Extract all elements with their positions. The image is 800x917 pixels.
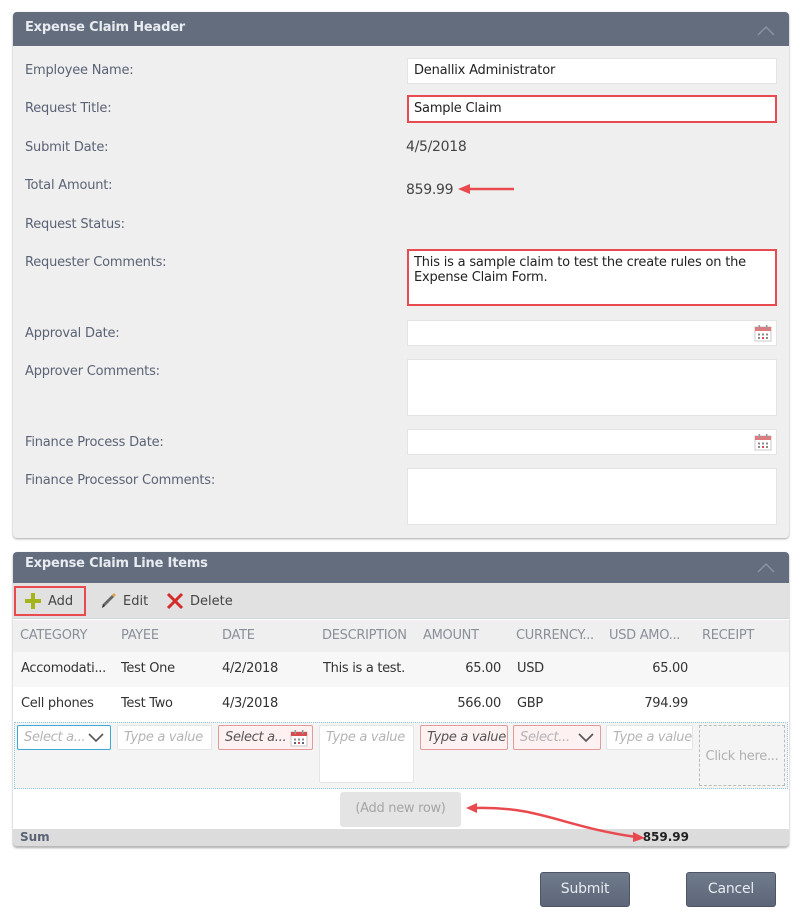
cell-currency: GBP	[517, 696, 543, 711]
delete-x-icon	[166, 592, 184, 610]
add-button[interactable]: Add	[14, 586, 86, 616]
payee-placeholder: Type a value	[124, 730, 203, 745]
finance-processor-comments-field[interactable]	[407, 468, 777, 525]
panel-title: Expense Claim Line Items	[25, 556, 208, 571]
panel-header: Expense Claim Header	[13, 12, 789, 46]
delete-label: Delete	[190, 593, 233, 609]
expense-claim-line-items-panel: Expense Claim Line Items Add Edit Delete…	[13, 552, 789, 847]
expense-claim-header-panel: Expense Claim Header Employee Name: Dena…	[13, 12, 789, 538]
calendar-icon[interactable]	[754, 433, 772, 451]
description-placeholder: Type a value	[326, 730, 405, 745]
date-placeholder: Select a...	[225, 730, 287, 745]
column-header-receipt[interactable]: RECEIPT	[702, 628, 754, 643]
cell-usd-amount: 794.99	[644, 696, 688, 711]
request-title-label: Request Title:	[25, 101, 112, 116]
amount-input[interactable]: Type a value	[420, 725, 508, 750]
total-amount-value: 859.99	[406, 182, 454, 198]
delete-button[interactable]: Delete	[158, 586, 241, 616]
request-title-value: Sample Claim	[414, 101, 502, 116]
payee-input[interactable]: Type a value	[117, 725, 212, 750]
sum-row: Sum 859.99	[13, 829, 789, 847]
line-items-toolbar: Add Edit Delete	[13, 583, 789, 619]
approver-comments-label: Approver Comments:	[25, 364, 160, 379]
table-column-headers: CATEGORY PAYEE DATE DESCRIPTION AMOUNT C…	[13, 620, 789, 652]
usd-amount-input[interactable]: Type a value	[606, 725, 693, 750]
submit-button[interactable]: Submit	[540, 872, 630, 907]
cell-category: Cell phones	[21, 696, 94, 711]
chevron-up-icon[interactable]	[757, 561, 775, 573]
employee-name-field[interactable]: Denallix Administrator	[407, 58, 777, 84]
submit-date-value: 4/5/2018	[406, 139, 467, 155]
cancel-button[interactable]: Cancel	[686, 872, 776, 907]
panel-header: Expense Claim Line Items	[13, 552, 789, 583]
cell-payee: Test Two	[121, 696, 173, 711]
approval-date-field[interactable]	[407, 320, 777, 346]
chevron-down-icon	[88, 733, 104, 743]
request-status-label: Request Status:	[25, 217, 125, 232]
request-title-field[interactable]: Sample Claim	[407, 95, 777, 123]
category-dropdown[interactable]: Select a...	[17, 725, 111, 750]
column-header-currency[interactable]: CURRENCY...	[516, 628, 594, 643]
usd-amount-placeholder: Type a value	[613, 730, 692, 745]
sum-value: 859.99	[642, 830, 689, 844]
chevron-up-icon[interactable]	[757, 24, 775, 36]
column-header-category[interactable]: CATEGORY	[20, 628, 87, 643]
calendar-icon[interactable]	[754, 324, 772, 342]
chevron-down-icon	[578, 733, 594, 743]
calendar-icon[interactable]	[290, 729, 308, 747]
new-row-editor: Select a... Type a value Select a... Typ…	[14, 722, 788, 789]
cell-currency: USD	[517, 661, 544, 676]
description-textarea[interactable]: Type a value	[319, 725, 414, 783]
cell-amount: 566.00	[457, 696, 501, 711]
employee-name-value: Denallix Administrator	[414, 63, 556, 78]
finance-process-date-label: Finance Process Date:	[25, 435, 164, 450]
sum-label: Sum	[20, 830, 50, 844]
column-header-amount[interactable]: AMOUNT	[423, 628, 479, 643]
column-header-description[interactable]: DESCRIPTION	[322, 628, 407, 643]
category-placeholder: Select a...	[24, 730, 86, 745]
currency-dropdown[interactable]: Select...	[513, 725, 601, 750]
requester-comments-field[interactable]: This is a sample claim to test the creat…	[407, 249, 777, 306]
receipt-placeholder: Click here...	[705, 749, 779, 764]
receipt-upload[interactable]: Click here...	[699, 725, 785, 786]
column-header-date[interactable]: DATE	[222, 628, 255, 643]
approval-date-label: Approval Date:	[25, 326, 120, 341]
date-picker[interactable]: Select a...	[218, 725, 313, 750]
add-label: Add	[48, 593, 74, 609]
cell-payee: Test One	[121, 661, 175, 676]
panel-title: Expense Claim Header	[25, 20, 186, 35]
submit-date-label: Submit Date:	[25, 140, 109, 155]
finance-process-date-field[interactable]	[407, 429, 777, 455]
plus-icon	[25, 593, 41, 609]
amount-placeholder: Type a value	[427, 730, 506, 745]
edit-button[interactable]: Edit	[91, 586, 156, 616]
cell-category: Accomodati...	[21, 661, 106, 676]
column-header-payee[interactable]: PAYEE	[121, 628, 159, 643]
currency-placeholder: Select...	[520, 730, 570, 745]
cell-amount: 65.00	[465, 661, 501, 676]
column-header-usd-amount[interactable]: USD AMO...	[609, 628, 680, 643]
edit-label: Edit	[123, 593, 149, 609]
requester-comments-value: This is a sample claim to test the creat…	[414, 255, 746, 285]
employee-name-label: Employee Name:	[25, 63, 134, 78]
cell-description: This is a test.	[323, 661, 405, 676]
approver-comments-field[interactable]	[407, 359, 777, 416]
cell-date: 4/3/2018	[222, 696, 278, 711]
requester-comments-label: Requester Comments:	[25, 255, 167, 270]
finance-processor-comments-label: Finance Processor Comments:	[25, 473, 216, 488]
table-row[interactable]: Cell phones Test Two 4/3/2018 566.00 GBP…	[13, 687, 789, 722]
cell-usd-amount: 65.00	[652, 661, 688, 676]
total-amount-label: Total Amount:	[25, 178, 113, 193]
add-new-row-button[interactable]: (Add new row)	[340, 792, 461, 827]
pencil-icon	[102, 593, 116, 608]
cell-date: 4/2/2018	[222, 661, 278, 676]
table-row[interactable]: Accomodati... Test One 4/2/2018 This is …	[13, 652, 789, 687]
